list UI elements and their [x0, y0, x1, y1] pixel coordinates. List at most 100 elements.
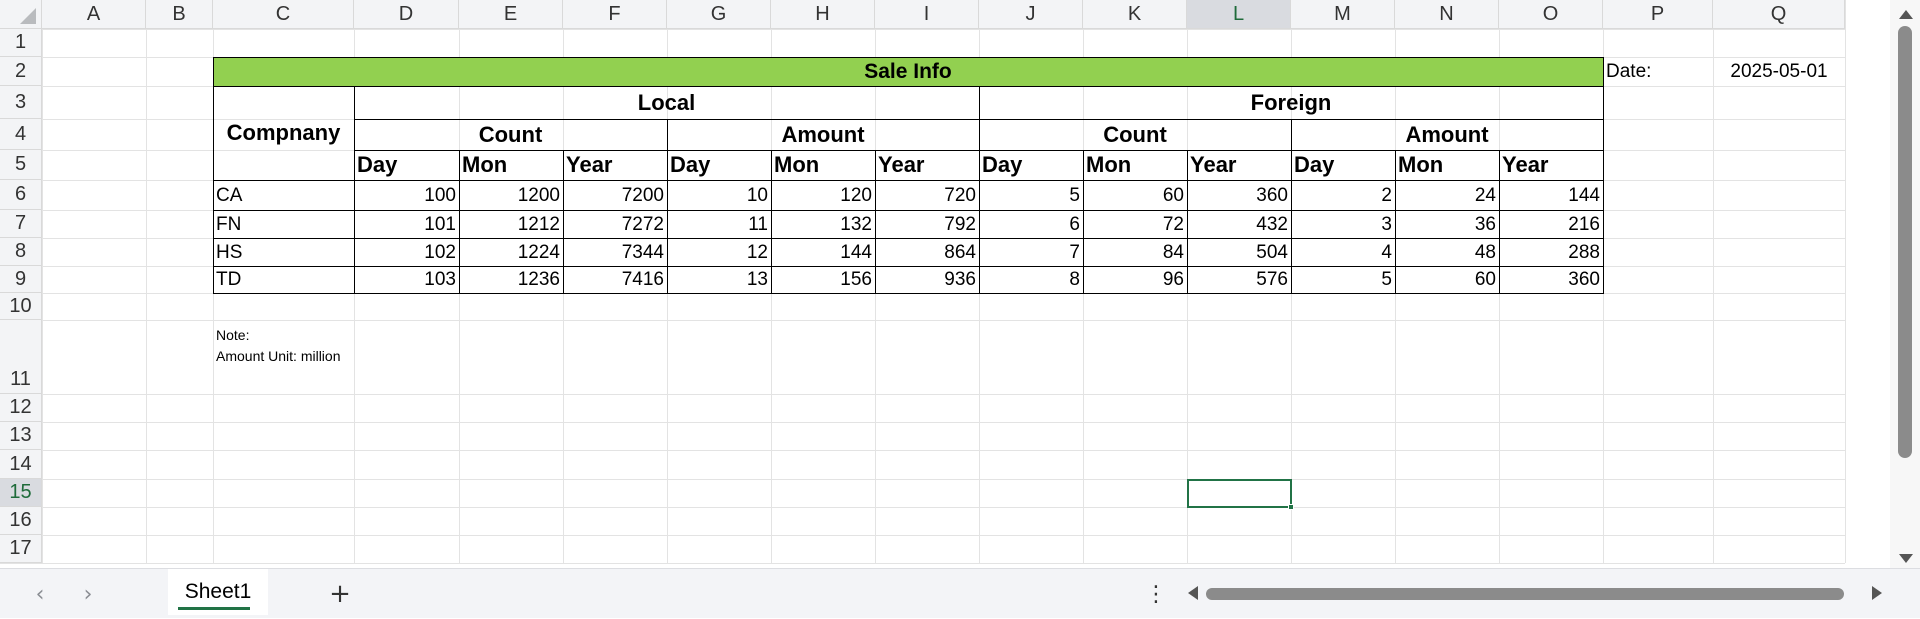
chevron-left-icon[interactable]: ‹	[20, 569, 60, 619]
value-cell[interactable]: 4	[1291, 238, 1395, 266]
row-header-9[interactable]: 9	[0, 266, 42, 293]
value-cell[interactable]: 432	[1187, 210, 1291, 238]
value-cell[interactable]: 84	[1083, 238, 1187, 266]
column-header-e[interactable]: E	[459, 0, 563, 29]
period-header-year[interactable]: Year	[1187, 150, 1291, 180]
value-cell[interactable]: 576	[1187, 266, 1291, 293]
row-header-10[interactable]: 10	[0, 293, 42, 320]
value-cell[interactable]: 7	[979, 238, 1083, 266]
value-cell[interactable]: 11	[667, 210, 771, 238]
column-header-l[interactable]: L	[1187, 0, 1291, 29]
scroll-right-arrow-icon[interactable]	[1872, 586, 1882, 600]
scroll-down-arrow-icon[interactable]	[1899, 554, 1913, 563]
row-header-4[interactable]: 4	[0, 119, 42, 150]
value-cell[interactable]: 5	[979, 180, 1083, 210]
value-cell[interactable]: 7272	[563, 210, 667, 238]
fill-handle[interactable]	[1288, 504, 1294, 510]
column-header-p[interactable]: P	[1603, 0, 1713, 29]
column-header-h[interactable]: H	[771, 0, 875, 29]
value-cell[interactable]: 96	[1083, 266, 1187, 293]
column-header-b[interactable]: B	[146, 0, 213, 29]
period-header-mon[interactable]: Mon	[459, 150, 563, 180]
value-cell[interactable]: 36	[1395, 210, 1499, 238]
period-header-year[interactable]: Year	[1499, 150, 1603, 180]
plus-icon[interactable]: +	[325, 569, 355, 619]
value-cell[interactable]: 3	[1291, 210, 1395, 238]
column-header-n[interactable]: N	[1395, 0, 1499, 29]
value-cell[interactable]: 2	[1291, 180, 1395, 210]
value-cell[interactable]: 12	[667, 238, 771, 266]
row-header-6[interactable]: 6	[0, 180, 42, 210]
value-cell[interactable]: 1236	[459, 266, 563, 293]
value-cell[interactable]: 13	[667, 266, 771, 293]
column-header-d[interactable]: D	[354, 0, 459, 29]
value-cell[interactable]: 144	[1499, 180, 1603, 210]
value-cell[interactable]: 102	[354, 238, 459, 266]
row-header-3[interactable]: 3	[0, 86, 42, 119]
row-header-15[interactable]: 15	[0, 479, 42, 507]
value-cell[interactable]: 100	[354, 180, 459, 210]
vertical-scrollbar[interactable]	[1890, 0, 1920, 568]
column-header-a[interactable]: A	[42, 0, 146, 29]
period-header-year[interactable]: Year	[563, 150, 667, 180]
company-header-cell[interactable]: Compnany	[213, 86, 354, 180]
row-header-13[interactable]: 13	[0, 422, 42, 450]
value-cell[interactable]: 864	[875, 238, 979, 266]
value-cell[interactable]: 8	[979, 266, 1083, 293]
date-value-cell[interactable]: 2025-05-01	[1713, 57, 1845, 86]
value-cell[interactable]: 504	[1187, 238, 1291, 266]
column-header-q[interactable]: Q	[1713, 0, 1845, 29]
selected-cell-outline[interactable]	[1187, 479, 1292, 508]
value-cell[interactable]: 360	[1499, 266, 1603, 293]
column-header-k[interactable]: K	[1083, 0, 1187, 29]
note-text-cell[interactable]: Amount Unit: million	[213, 320, 354, 394]
column-header-c[interactable]: C	[213, 0, 354, 29]
period-header-mon[interactable]: Mon	[1083, 150, 1187, 180]
row-header-7[interactable]: 7	[0, 210, 42, 238]
period-header-year[interactable]: Year	[875, 150, 979, 180]
vertical-dots-icon[interactable]: ⋮	[1145, 569, 1167, 619]
column-header-j[interactable]: J	[979, 0, 1083, 29]
subgroup-header-count[interactable]: Count	[354, 119, 667, 150]
subgroup-header-amount[interactable]: Amount	[1291, 119, 1603, 150]
subgroup-header-amount[interactable]: Amount	[667, 119, 979, 150]
column-header-m[interactable]: M	[1291, 0, 1395, 29]
row-header-17[interactable]: 17	[0, 535, 42, 563]
value-cell[interactable]: 132	[771, 210, 875, 238]
column-header-i[interactable]: I	[875, 0, 979, 29]
period-header-mon[interactable]: Mon	[1395, 150, 1499, 180]
value-cell[interactable]: 720	[875, 180, 979, 210]
value-cell[interactable]: 144	[771, 238, 875, 266]
value-cell[interactable]: 6	[979, 210, 1083, 238]
group-header-foreign[interactable]: Foreign	[979, 86, 1603, 119]
value-cell[interactable]: 156	[771, 266, 875, 293]
value-cell[interactable]: 103	[354, 266, 459, 293]
period-header-day[interactable]: Day	[1291, 150, 1395, 180]
value-cell[interactable]: 60	[1083, 180, 1187, 210]
value-cell[interactable]: 792	[875, 210, 979, 238]
scroll-left-arrow-icon[interactable]	[1188, 586, 1198, 600]
value-cell[interactable]: 7200	[563, 180, 667, 210]
date-label-cell[interactable]: Date:	[1603, 57, 1713, 86]
value-cell[interactable]: 1212	[459, 210, 563, 238]
company-cell[interactable]: TD	[213, 266, 354, 293]
company-cell[interactable]: FN	[213, 210, 354, 238]
column-header-o[interactable]: O	[1499, 0, 1603, 29]
period-header-day[interactable]: Day	[354, 150, 459, 180]
row-header-5[interactable]: 5	[0, 150, 42, 180]
value-cell[interactable]: 7344	[563, 238, 667, 266]
company-cell[interactable]: HS	[213, 238, 354, 266]
scroll-up-arrow-icon[interactable]	[1899, 10, 1913, 19]
value-cell[interactable]: 5	[1291, 266, 1395, 293]
group-header-local[interactable]: Local	[354, 86, 979, 119]
column-header-f[interactable]: F	[563, 0, 667, 29]
value-cell[interactable]: 72	[1083, 210, 1187, 238]
row-header-1[interactable]: 1	[0, 29, 42, 57]
value-cell[interactable]: 360	[1187, 180, 1291, 210]
vertical-scroll-thumb[interactable]	[1898, 26, 1912, 458]
chevron-right-icon[interactable]: ›	[68, 569, 108, 619]
value-cell[interactable]: 288	[1499, 238, 1603, 266]
period-header-mon[interactable]: Mon	[771, 150, 875, 180]
value-cell[interactable]: 1224	[459, 238, 563, 266]
value-cell[interactable]: 936	[875, 266, 979, 293]
